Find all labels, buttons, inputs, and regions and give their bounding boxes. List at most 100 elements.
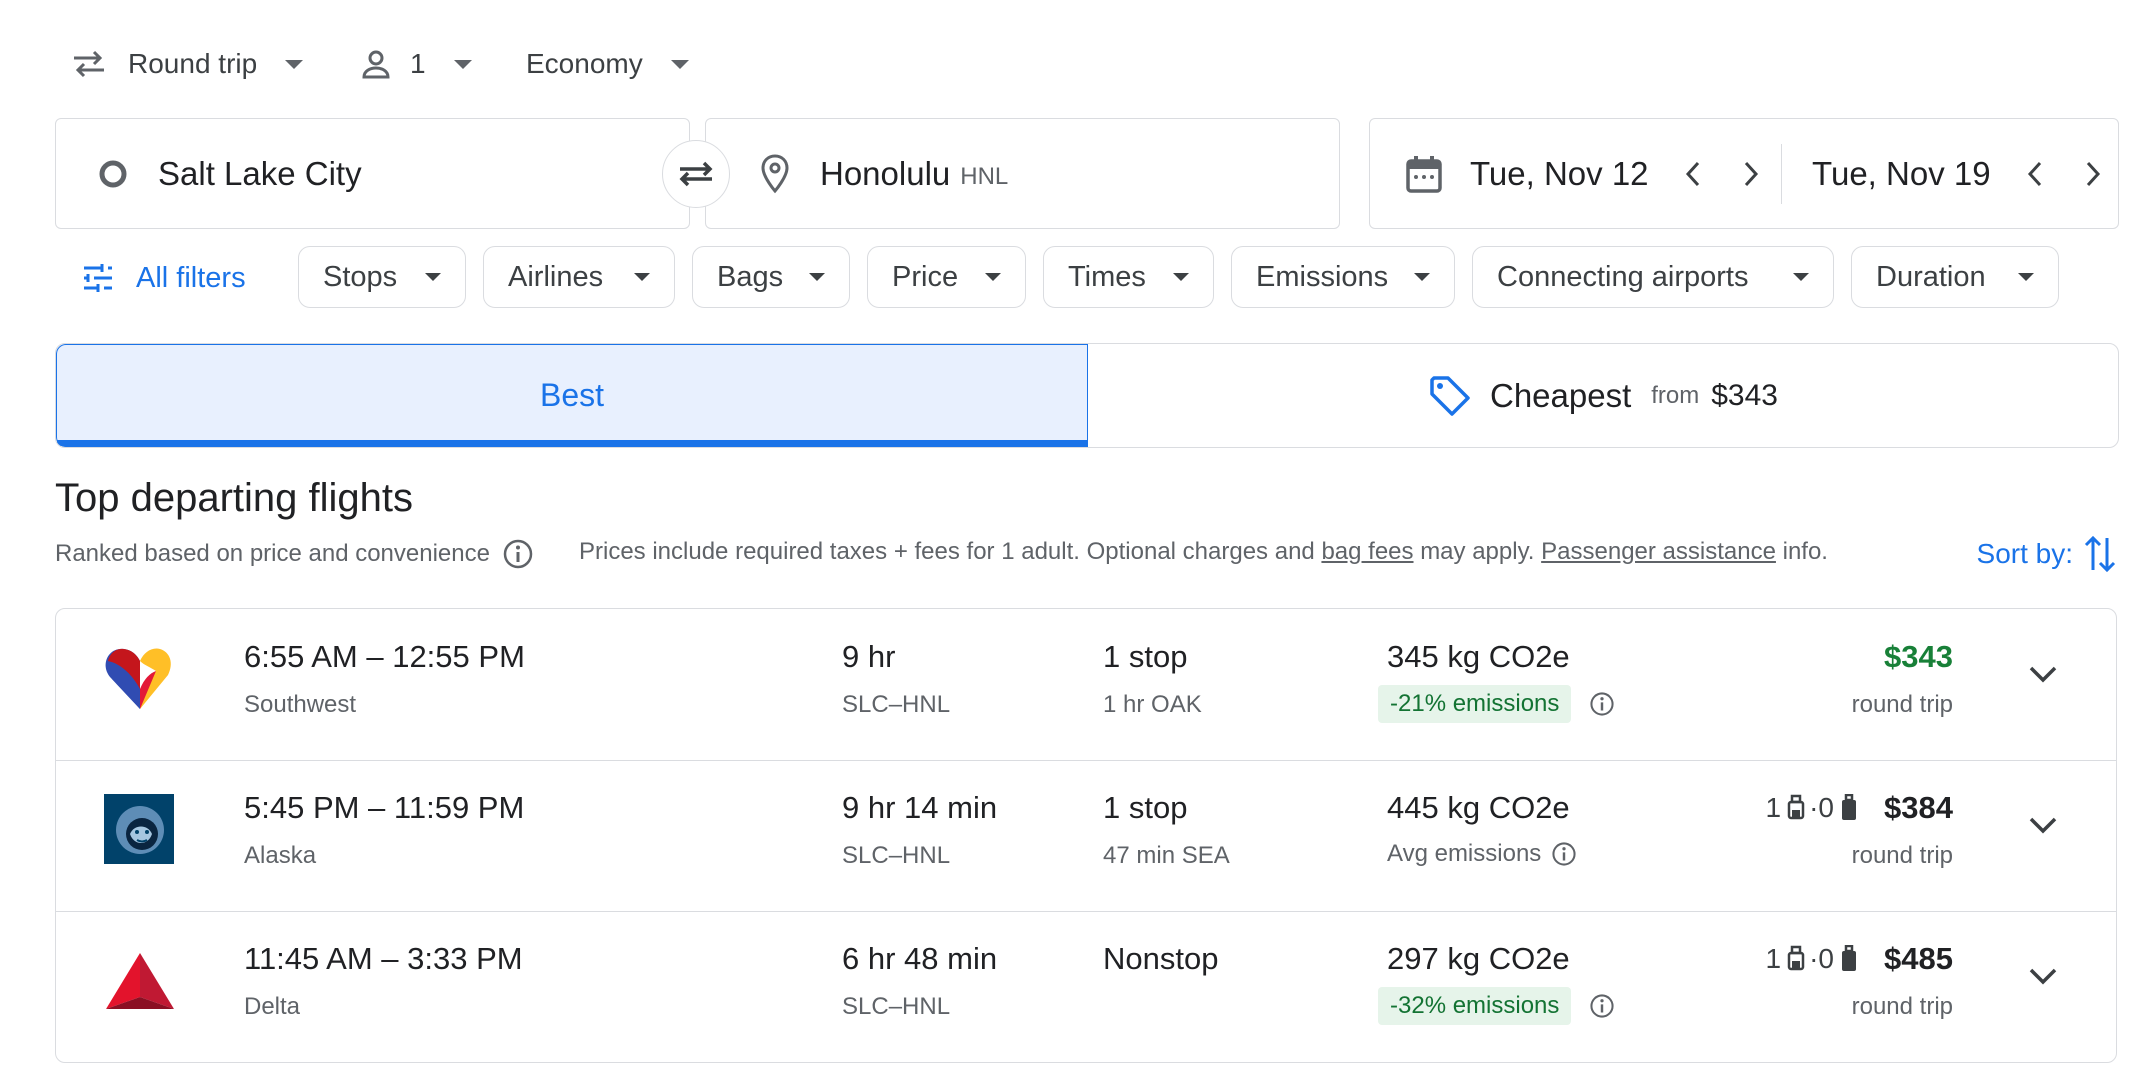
destination-value: Honolulu: [820, 154, 951, 192]
chevron-right-icon[interactable]: [1743, 161, 1759, 187]
flight-times: 5:45 PM – 11:59 PM: [244, 790, 525, 825]
filter-chip-duration[interactable]: Duration: [1851, 246, 2059, 308]
depart-date[interactable]: Tue, Nov 12: [1470, 155, 1649, 193]
expand-chevron-icon[interactable]: [2028, 816, 2058, 836]
filter-chip-times[interactable]: Times: [1043, 246, 1214, 308]
chevron-down-icon: [453, 59, 472, 69]
alaska-eskimo-logo: [104, 794, 174, 864]
active-tab-indicator: [57, 440, 1087, 446]
chevron-down-icon: [425, 273, 441, 281]
checked-bag-icon: [1840, 945, 1858, 973]
all-filters-label: All filters: [136, 261, 246, 294]
carry-on-bag-icon: [1787, 945, 1805, 973]
expand-chevron-icon[interactable]: [2028, 665, 2058, 685]
sort-arrows-icon: [2083, 534, 2117, 574]
cabin-class-label: Economy: [526, 48, 643, 79]
info-icon[interactable]: [1589, 993, 1615, 1019]
swap-locations-button[interactable]: [662, 140, 730, 208]
southwest-heart-logo: [104, 643, 176, 711]
layover-info: 47 min SEA: [1103, 842, 1230, 869]
expand-chevron-icon[interactable]: [2028, 967, 2058, 987]
co2-amount: 445 kg CO2e: [1387, 790, 1570, 825]
filter-chip-price[interactable]: Price: [867, 246, 1026, 308]
return-date[interactable]: Tue, Nov 19: [1812, 155, 1991, 193]
sort-by-label: Sort by:: [1976, 538, 2073, 569]
cheapest-price: $343: [1711, 378, 1778, 412]
flight-duration: 9 hr 14 min: [842, 790, 998, 825]
destination-code: HNL: [960, 162, 1009, 190]
info-icon[interactable]: [502, 538, 534, 570]
separator-dot: ·: [1809, 792, 1819, 823]
tab-best[interactable]: Best: [56, 344, 1088, 447]
chevron-left-icon[interactable]: [1685, 161, 1701, 187]
checked-bag-count: 0: [1818, 943, 1834, 974]
passenger-assistance-link[interactable]: Passenger assistance: [1541, 538, 1776, 565]
flight-times: 6:55 AM – 12:55 PM: [244, 639, 525, 674]
cabin-class-select[interactable]: Economy: [526, 44, 689, 84]
separator-dot: ·: [1809, 943, 1819, 974]
tab-cheapest[interactable]: Cheapest from $343: [1088, 344, 2118, 447]
checked-bag-icon: [1840, 794, 1858, 822]
filter-chip-bags[interactable]: Bags: [692, 246, 850, 308]
emissions-badge: -21% emissions: [1378, 685, 1572, 723]
filter-chip-connecting-airports[interactable]: Connecting airports: [1472, 246, 1834, 308]
stop-count: Nonstop: [1103, 941, 1219, 976]
trip-type-label: Round trip: [128, 48, 258, 79]
price-tag-icon: [1428, 374, 1472, 418]
emissions-avg-label: Avg emissions: [1387, 840, 1542, 867]
date-divider: [1780, 143, 1783, 204]
emissions-badge: -32% emissions: [1378, 987, 1572, 1025]
flight-route: SLC–HNL: [842, 842, 951, 869]
flight-duration: 9 hr: [842, 639, 896, 674]
emissions-info: -21% emissions: [1378, 685, 1615, 723]
calendar-icon: [1406, 155, 1442, 193]
price-note: round trip: [1851, 842, 1953, 869]
chip-label: Times: [1068, 260, 1146, 293]
origin-value: Salt Lake City: [158, 154, 362, 192]
filter-chip-stops[interactable]: Stops: [298, 246, 466, 308]
flight-duration: 6 hr 48 min: [842, 941, 998, 976]
trip-type-select[interactable]: Round trip: [72, 44, 304, 84]
chip-label: Airlines: [508, 260, 604, 293]
chip-label: Price: [892, 260, 959, 293]
chevron-down-icon: [2018, 273, 2034, 281]
co2-amount: 345 kg CO2e: [1387, 639, 1570, 674]
layover-info: 1 hr OAK: [1103, 691, 1202, 718]
origin-field[interactable]: Salt Lake City: [55, 118, 690, 229]
chevron-down-icon: [809, 273, 826, 281]
tune-icon: [82, 263, 114, 293]
bag-fees-link[interactable]: bag fees: [1321, 538, 1413, 565]
flight-row[interactable]: 6:55 AM – 12:55 PM Southwest 9 hr SLC–HN…: [56, 609, 2116, 761]
carry-on-count: 1: [1765, 943, 1782, 974]
sort-by-button[interactable]: Sort by:: [1977, 534, 2117, 574]
filter-chip-airlines[interactable]: Airlines: [483, 246, 675, 308]
disclaimer-text: Prices include required taxes + fees for…: [579, 538, 1315, 565]
all-filters-button[interactable]: All filters: [82, 256, 246, 300]
airline-name: Southwest: [244, 691, 357, 718]
tab-best-label: Best: [539, 377, 605, 413]
chevron-left-icon[interactable]: [2027, 161, 2043, 187]
chip-label: Bags: [717, 260, 784, 293]
chevron-down-icon: [634, 273, 650, 281]
price: $485: [1884, 941, 1953, 976]
airline-name: Alaska: [244, 842, 317, 869]
chevron-down-icon: [670, 59, 689, 69]
passengers-select[interactable]: 1: [360, 44, 472, 84]
ranking-info: Ranked based on price and convenience: [55, 538, 534, 570]
info-icon[interactable]: [1589, 691, 1615, 717]
destination-field[interactable]: Honolulu HNL: [705, 118, 1340, 229]
disclaimer-text: may apply.: [1420, 538, 1535, 565]
chip-label: Emissions: [1256, 260, 1389, 293]
chevron-down-icon: [285, 59, 304, 69]
swap-arrows-icon: [676, 159, 716, 189]
swap-arrows-icon: [72, 49, 106, 79]
info-icon[interactable]: [1551, 841, 1577, 867]
bag-allowance: 1 · 0: [1766, 943, 1858, 975]
emissions-info: Avg emissions: [1378, 836, 1577, 868]
filter-chip-emissions[interactable]: Emissions: [1231, 246, 1455, 308]
flight-row[interactable]: 5:45 PM – 11:59 PM Alaska 9 hr 14 min SL…: [56, 760, 2116, 912]
price: $384: [1884, 790, 1953, 825]
flight-row[interactable]: 11:45 AM – 3:33 PM Delta 6 hr 48 min SLC…: [56, 911, 2116, 1062]
date-range-field[interactable]: Tue, Nov 12 Tue, Nov 19: [1369, 118, 2119, 229]
chevron-right-icon[interactable]: [2085, 161, 2101, 187]
